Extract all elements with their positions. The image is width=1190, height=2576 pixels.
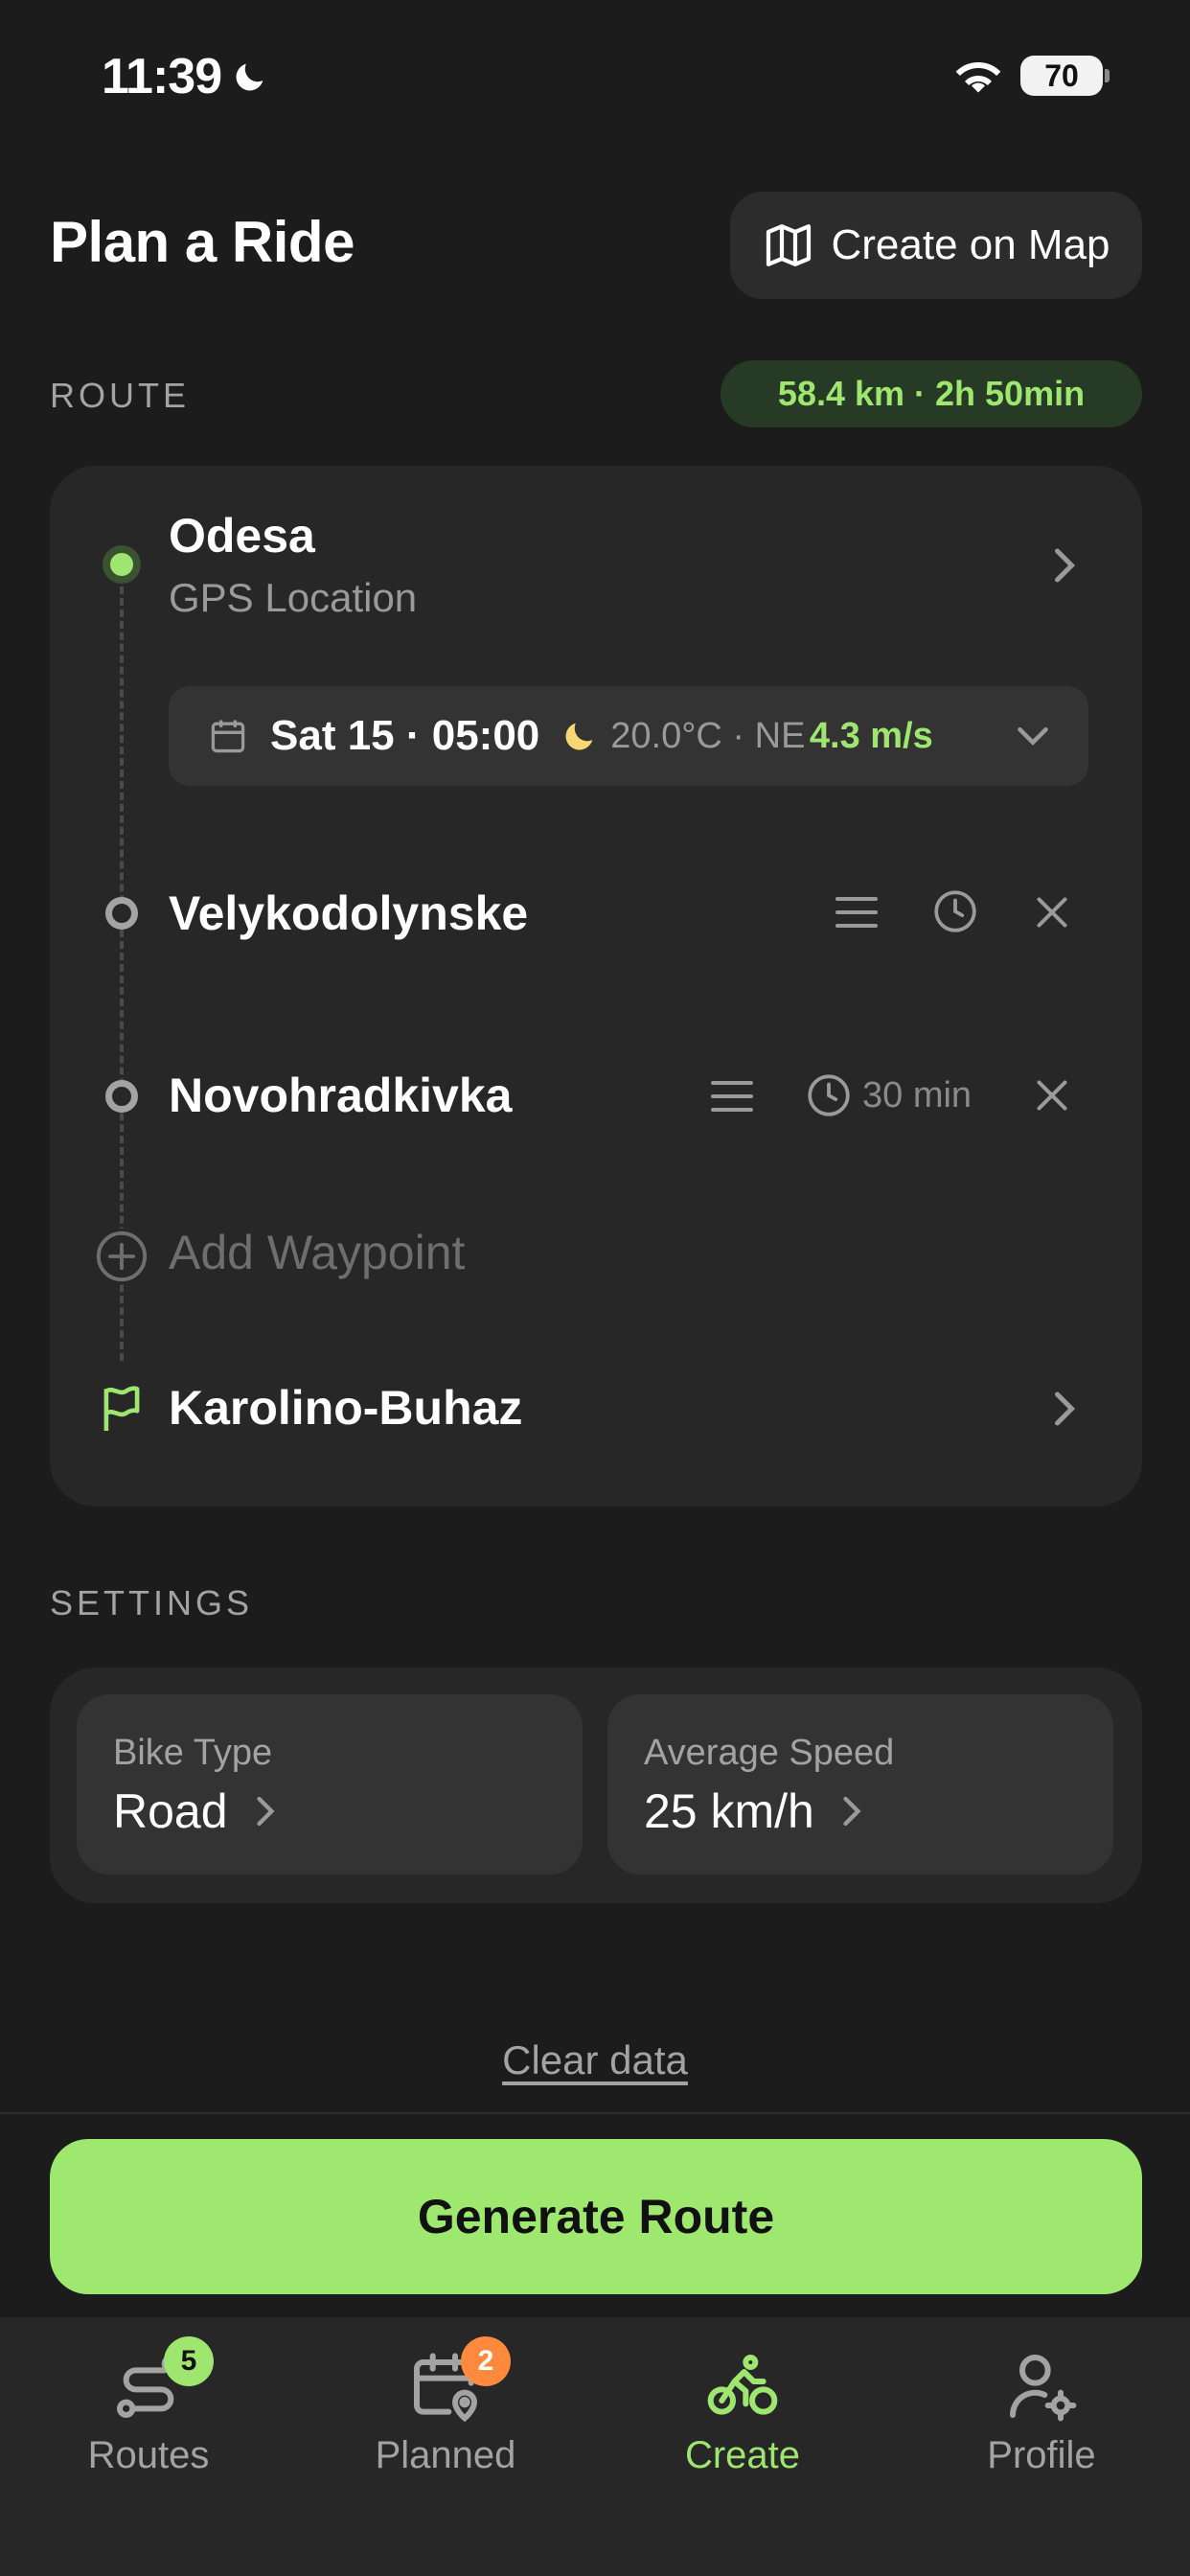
clock-icon[interactable] xyxy=(931,887,979,935)
clear-data-label: Clear data xyxy=(502,2037,688,2082)
bike-type-value-row: Road xyxy=(113,1783,546,1839)
route-section-label: ROUTE xyxy=(50,376,190,415)
tab-profile-label: Profile xyxy=(987,2434,1096,2476)
status-time-text: 11:39 xyxy=(102,49,222,104)
average-speed-label: Average Speed xyxy=(644,1733,895,1773)
waypoint-name: Velykodolynske xyxy=(169,886,529,940)
wifi-icon xyxy=(955,62,1001,93)
chevron-right-icon xyxy=(843,1796,861,1827)
waypoint-name: Novohradkivka xyxy=(169,1069,513,1122)
status-indicators: 70 xyxy=(951,56,1110,96)
generate-route-button[interactable]: Generate Route xyxy=(50,2139,1142,2294)
create-on-map-label: Create on Map xyxy=(831,221,1110,268)
tab-planned-label: Planned xyxy=(375,2434,516,2476)
stop-time-label: 30 min xyxy=(862,1074,973,1116)
calendar-icon xyxy=(211,720,245,753)
add-waypoint-button[interactable]: Add Waypoint xyxy=(169,1225,465,1280)
tab-planned[interactable]: 2 Planned xyxy=(297,2336,594,2477)
chevron-right-icon xyxy=(1055,1392,1076,1426)
clock-icon xyxy=(808,1074,850,1116)
planned-count-badge: 2 xyxy=(461,2336,511,2386)
average-speed-value-row: 25 km/h xyxy=(644,1783,1077,1839)
battery-tip xyxy=(1105,69,1110,82)
waypoint-marker xyxy=(105,1080,138,1113)
tab-create-label: Create xyxy=(684,2434,801,2476)
tab-create[interactable]: Create xyxy=(594,2348,891,2477)
chevron-right-icon xyxy=(256,1796,275,1827)
create-on-map-button[interactable]: Create on Map xyxy=(730,192,1142,299)
bottom-divider xyxy=(0,2112,1190,2114)
bike-type-setting[interactable]: Bike Type Road xyxy=(77,1694,583,1874)
start-location-subtitle: GPS Location xyxy=(169,575,418,620)
start-location-name: Odesa xyxy=(169,509,315,563)
departure-datetime: Sat 15 · 05:00 xyxy=(270,712,540,759)
bike-type-value: Road xyxy=(113,1784,228,1838)
remove-waypoint-icon[interactable] xyxy=(1035,895,1069,930)
waypoint-marker xyxy=(105,897,138,930)
tab-routes[interactable]: 5 Routes xyxy=(0,2336,297,2477)
moon-icon xyxy=(236,63,263,91)
average-speed-value: 25 km/h xyxy=(644,1784,814,1838)
route-summary-badge: 58.4 km · 2h 50min xyxy=(721,360,1142,427)
tab-create-icon-wrap xyxy=(704,2348,781,2425)
wind-speed: 4.3 m/s xyxy=(809,715,933,756)
drag-handle-icon[interactable] xyxy=(835,893,878,932)
routes-count-badge: 5 xyxy=(164,2336,214,2386)
add-waypoint-icon[interactable] xyxy=(94,1229,149,1284)
tab-profile-icon-wrap xyxy=(1003,2348,1080,2425)
drag-handle-icon[interactable] xyxy=(711,1077,753,1116)
tab-profile[interactable]: Profile xyxy=(893,2348,1190,2477)
weather-info: 20.0°C · NE 4.3 m/s xyxy=(610,716,932,757)
bike-type-label: Bike Type xyxy=(113,1733,273,1773)
map-icon xyxy=(767,224,812,266)
user-settings-icon xyxy=(1010,2355,1077,2422)
settings-section-label: SETTINGS xyxy=(50,1583,254,1622)
chevron-down-icon xyxy=(1018,727,1048,746)
tab-planned-icon-wrap: 2 xyxy=(407,2336,511,2425)
tab-routes-icon-wrap: 5 xyxy=(110,2336,214,2425)
departure-time-selector[interactable]: Sat 15 · 05:00 20.0°C · NE 4.3 m/s xyxy=(169,686,1088,786)
battery-indicator: 70 xyxy=(1020,56,1103,96)
tab-routes-label: Routes xyxy=(87,2434,210,2476)
bicycle-icon xyxy=(707,2355,778,2415)
weather-temperature-direction: 20.0°C · NE xyxy=(610,715,806,756)
remove-waypoint-icon[interactable] xyxy=(1035,1078,1069,1113)
moon-stars-icon xyxy=(565,723,593,750)
average-speed-setting[interactable]: Average Speed 25 km/h xyxy=(607,1694,1113,1874)
destination-name: Karolino-Buhaz xyxy=(169,1381,523,1435)
page-title: Plan a Ride xyxy=(50,210,355,274)
clear-data-link[interactable]: Clear data xyxy=(0,2037,1190,2083)
stop-time-button[interactable]: 30 min xyxy=(805,1071,972,1119)
chevron-right-icon xyxy=(1055,548,1076,583)
status-time: 11:39 xyxy=(102,48,269,105)
